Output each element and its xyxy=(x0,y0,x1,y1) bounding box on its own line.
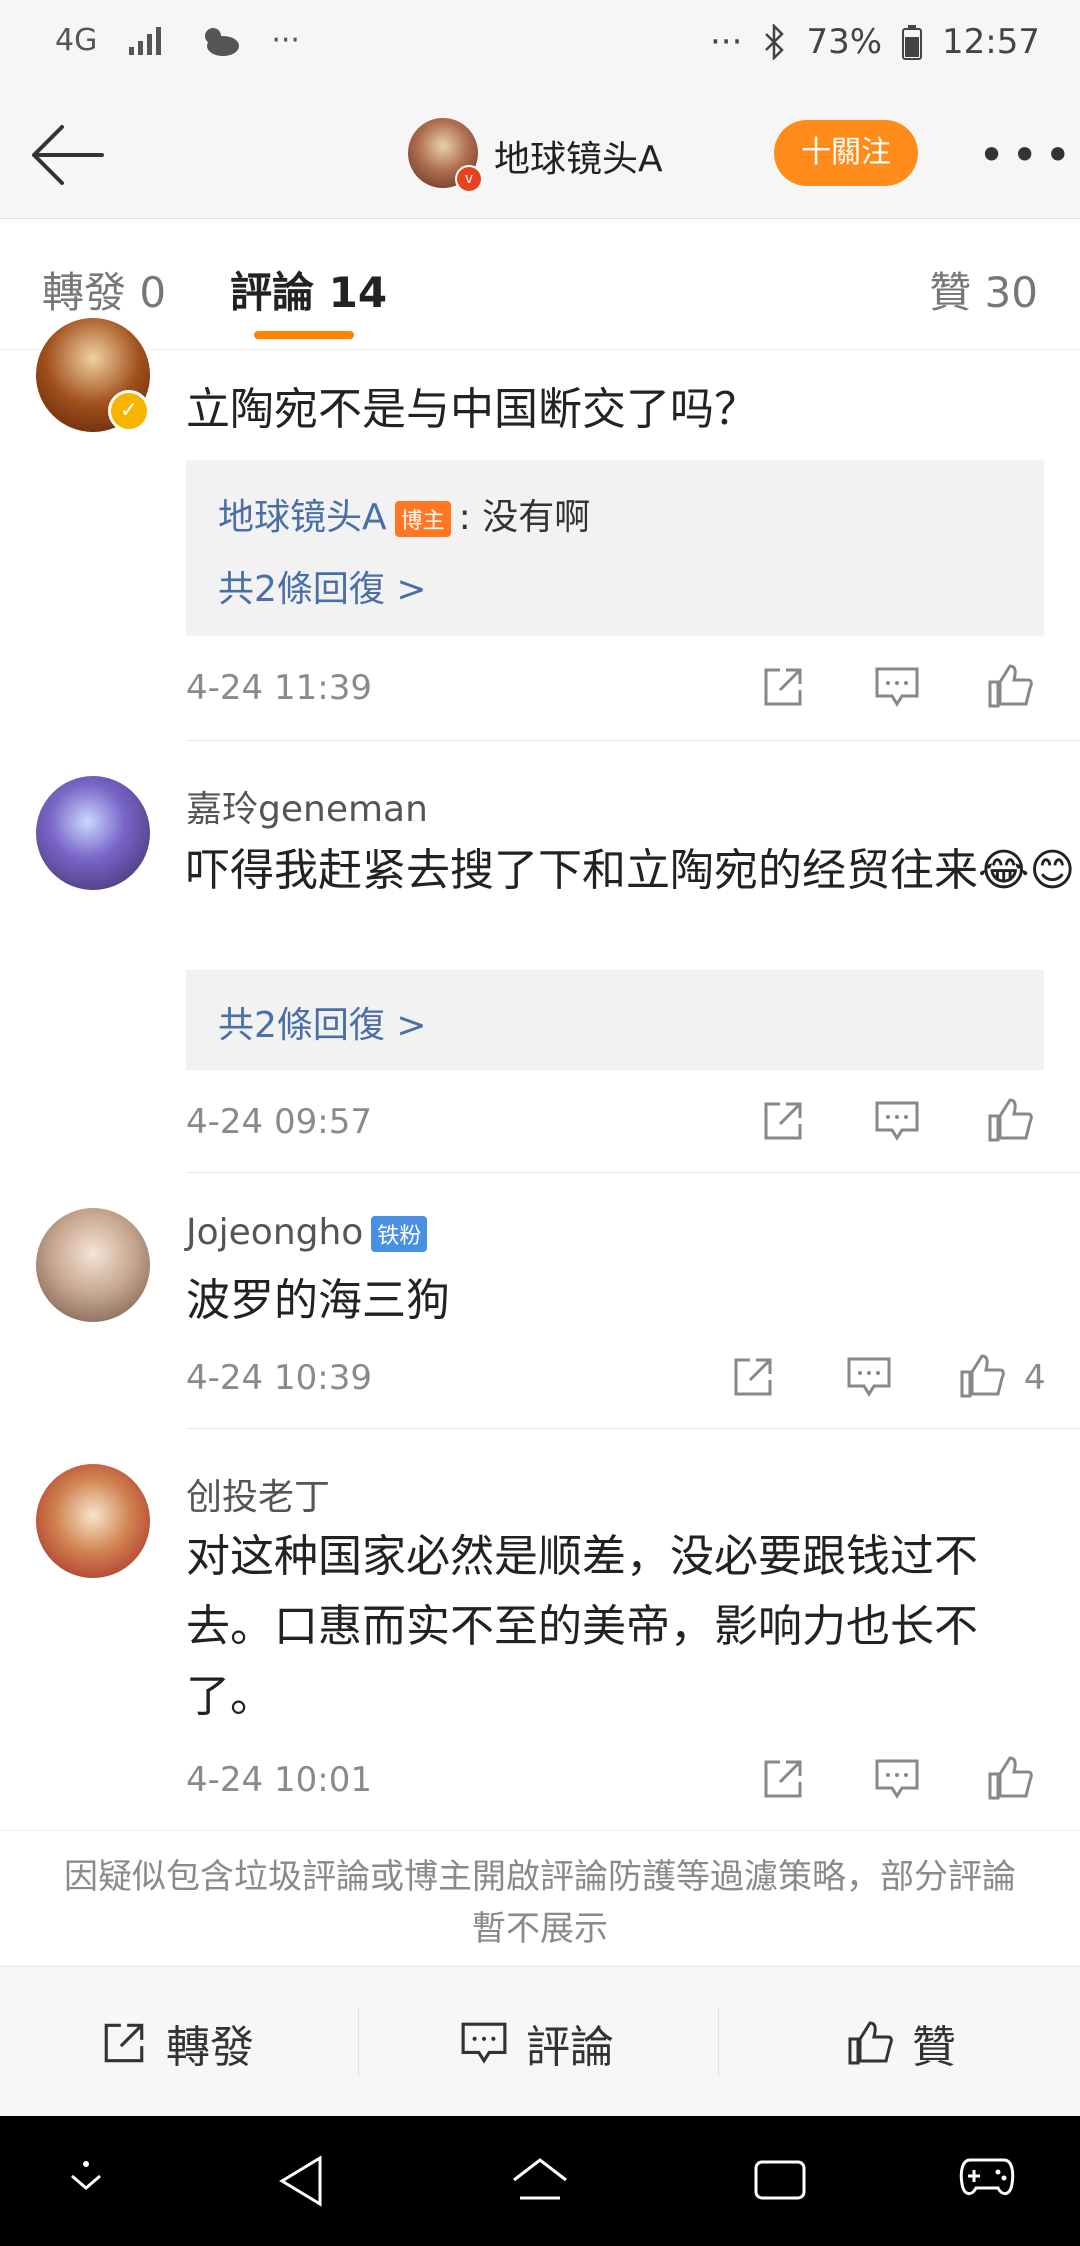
filter-notice: 因疑似包含垃圾評論或博主開啟評論防護等過濾策略，部分評論暫不展示 xyxy=(0,1830,1080,1967)
bottom-separator xyxy=(718,2007,719,2077)
comment-text: 立陶宛不是与中国断交了吗？ xyxy=(186,384,758,435)
battery-percent: 73% xyxy=(806,22,883,62)
comment-divider xyxy=(186,740,1080,741)
like-count: 4 xyxy=(1024,1358,1046,1398)
host-badge: 博主 xyxy=(394,501,451,537)
reply-text: : 没有啊 xyxy=(458,497,591,538)
tab-bar: 轉發 0 評論 14 贊 30 xyxy=(0,219,1080,350)
comment-label: 評論 xyxy=(526,2022,614,2073)
commenter-name[interactable]: Jojeongho 铁粉 xyxy=(186,1212,428,1253)
reply-box[interactable]: 共2條回復 > xyxy=(186,970,1044,1070)
reply-author[interactable]: 地球镜头A xyxy=(218,497,387,538)
comment-text: 对这种国家必然是顺差，没必要跟钱过不去。口惠而实不至的美帝，影响力也长不了。 xyxy=(186,1531,978,1722)
back-nav-icon[interactable] xyxy=(276,2154,326,2208)
signal-icon xyxy=(129,27,162,55)
comment-icon[interactable] xyxy=(874,1100,920,1142)
comment-divider xyxy=(186,1428,1080,1429)
like-icon[interactable] xyxy=(986,662,1034,710)
share-icon[interactable] xyxy=(730,1354,776,1400)
game-controller-icon[interactable] xyxy=(958,2154,1016,2200)
battery-icon xyxy=(902,25,923,60)
fan-badge: 铁粉 xyxy=(371,1216,428,1252)
comment-text: 波罗的海三狗 xyxy=(186,1275,450,1326)
tab-comments[interactable]: 評論 14 xyxy=(230,259,387,320)
like-icon[interactable] xyxy=(986,1096,1034,1144)
top-header: v 地球镜头A 十關注 ••• xyxy=(0,90,1080,219)
follow-button[interactable]: 十關注 xyxy=(774,120,918,186)
status-right: ··· 73% 12:57 xyxy=(710,22,1040,62)
blogger-name[interactable]: 地球镜头A xyxy=(494,130,663,182)
comment-time: 4-24 10:01 xyxy=(186,1760,372,1800)
like-icon[interactable] xyxy=(986,1754,1034,1802)
comment-avatar[interactable] xyxy=(36,1208,150,1322)
like-icon xyxy=(848,2021,893,2065)
view-replies-link[interactable]: 共2條回復 > xyxy=(218,560,427,612)
home-nav-icon[interactable] xyxy=(510,2154,570,2208)
verified-badge-icon: ✓ xyxy=(108,390,150,432)
reply-line: 地球镜头A 博主: 没有啊 xyxy=(218,488,590,540)
share-icon[interactable] xyxy=(760,664,806,710)
like-label: 贊 xyxy=(912,2022,956,2073)
comment-divider xyxy=(186,1172,1080,1173)
active-tab-indicator xyxy=(254,331,354,339)
comment-avatar[interactable] xyxy=(36,1464,150,1578)
commenter-name-text[interactable]: Jojeongho xyxy=(186,1212,363,1253)
comment-text: 吓得我赶紧去搜了下和立陶宛的经贸往来😂😊 xyxy=(186,845,1076,896)
network-indicator: 4G xyxy=(55,22,98,58)
bottom-separator xyxy=(358,2007,359,2077)
comment-icon[interactable] xyxy=(874,1758,920,1800)
tab-likes[interactable]: 贊 30 xyxy=(929,259,1038,320)
share-icon[interactable] xyxy=(760,1098,806,1144)
commenter-name[interactable]: 创投老丁 xyxy=(186,1468,330,1520)
status-more-dots: ··· xyxy=(271,22,300,58)
clock: 12:57 xyxy=(942,22,1040,62)
weather-icon xyxy=(205,28,240,56)
view-replies-link[interactable]: 共2條回復 > xyxy=(218,996,427,1048)
tab-reposts[interactable]: 轉發 0 xyxy=(42,259,166,320)
back-arrow-icon[interactable] xyxy=(28,120,108,190)
bluetooth-icon xyxy=(765,24,785,60)
verified-badge-icon: v xyxy=(455,165,483,193)
repost-icon xyxy=(104,2023,144,2063)
comment-avatar[interactable] xyxy=(36,776,150,890)
more-options-icon[interactable]: ••• xyxy=(978,128,1077,182)
repost-button[interactable]: 轉發 xyxy=(100,2011,254,2075)
comment-button[interactable]: 評論 xyxy=(460,2011,614,2075)
status-left: 4G ··· xyxy=(55,22,300,58)
comment-icon[interactable] xyxy=(846,1356,892,1398)
status-bar: 4G ··· ··· 73% 12:57 xyxy=(0,0,1080,90)
filter-notice-text: 因疑似包含垃圾評論或博主開啟評論防護等過濾策略，部分評論暫不展示 xyxy=(64,1857,1016,1949)
reply-box[interactable]: 地球镜头A 博主: 没有啊 共2條回復 > xyxy=(186,460,1044,636)
hide-keyboard-icon[interactable] xyxy=(66,2154,106,2204)
like-button[interactable]: 贊 xyxy=(846,2011,956,2075)
comment-time: 4-24 09:57 xyxy=(186,1102,372,1142)
like-icon[interactable] xyxy=(958,1352,1006,1400)
repost-label: 轉發 xyxy=(166,2022,254,2073)
comment-icon xyxy=(461,2022,507,2064)
comment-time: 4-24 11:39 xyxy=(186,668,372,708)
comment-icon[interactable] xyxy=(874,666,920,708)
recents-nav-icon[interactable] xyxy=(752,2154,808,2204)
system-nav-bar xyxy=(0,2116,1080,2246)
commenter-name[interactable]: 嘉玲geneman xyxy=(186,780,428,832)
comment-time: 4-24 10:39 xyxy=(186,1358,372,1398)
status-more-dots-right: ··· xyxy=(710,22,743,62)
share-icon[interactable] xyxy=(760,1756,806,1802)
bottom-action-bar: 轉發 評論 贊 xyxy=(0,1966,1080,2117)
